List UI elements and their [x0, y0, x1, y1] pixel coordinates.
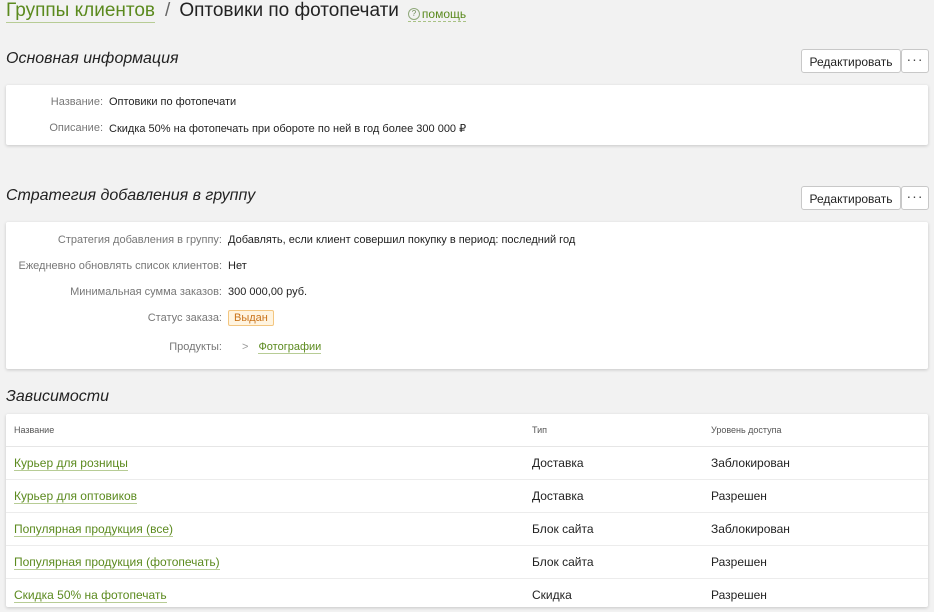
dependency-access: Разрешен [711, 545, 928, 579]
breadcrumb-separator: / [165, 0, 171, 21]
field-value: Добавлять, если клиент совершил покупку … [228, 234, 576, 246]
dependency-access: Заблокирован [711, 512, 928, 546]
dependency-link[interactable]: Курьер для оптовиков [14, 489, 138, 504]
help-link[interactable]: ? помощь [407, 7, 467, 22]
table-row: Скидка 50% на фотопечать Скидка Разрешен [6, 579, 928, 612]
field-label: Статус заказа: [147, 312, 222, 324]
section-title-dependencies: Зависимости [6, 388, 109, 405]
column-header-name[interactable]: Название [6, 414, 532, 447]
field-label: Ежедневно обновлять список клиентов: [18, 260, 222, 272]
dependency-type: Скидка [532, 588, 572, 602]
edit-strategy-button[interactable]: Редактировать [801, 186, 901, 210]
dependency-type: Доставка [532, 479, 711, 513]
product-link[interactable]: Фотографии [258, 341, 322, 354]
table-header-row: Название Тип Уровень доступа [6, 414, 928, 447]
status-badge: Выдан [228, 310, 274, 326]
basic-info-card: Название: Оптовики по фотопечати Описани… [6, 85, 928, 145]
dependency-link[interactable]: Скидка 50% на фотопечать [14, 588, 167, 603]
section-title-basic-info: Основная информация [6, 50, 179, 67]
table-row: Курьер для оптовиков Доставка Разрешен [6, 479, 928, 513]
table-row: Популярная продукция (фотопечать) Блок с… [6, 545, 928, 579]
dependency-link[interactable]: Популярная продукция (фотопечать) [14, 555, 220, 570]
field-value: Нет [228, 260, 247, 272]
help-label: помощь [421, 7, 467, 21]
edit-basic-info-button[interactable]: Редактировать [801, 49, 901, 73]
question-circle-icon: ? [407, 8, 420, 20]
column-header-access[interactable]: Уровень доступа [711, 414, 928, 447]
more-options-button[interactable]: ··· [901, 186, 929, 210]
dependency-link[interactable]: Популярная продукция (все) [14, 522, 173, 537]
dependencies-table-card: Название Тип Уровень доступа Курьер для … [6, 414, 928, 607]
field-label: Продукты: [169, 341, 222, 353]
field-value: Скидка 50% на фотопечать при обороте по … [109, 123, 467, 135]
chevron-right-icon[interactable]: > [242, 341, 248, 353]
more-options-button[interactable]: ··· [901, 49, 929, 73]
dependency-link[interactable]: Курьер для розницы [14, 456, 128, 471]
field-label: Описание: [49, 122, 103, 134]
column-header-type[interactable]: Тип [532, 414, 711, 447]
page-header: Группы клиентов / Оптовики по фотопечати… [6, 0, 467, 26]
field-label: Название: [50, 96, 103, 108]
dependency-type: Блок сайта [532, 545, 711, 579]
breadcrumb-link[interactable]: Группы клиентов [6, 0, 156, 23]
field-value: Оптовики по фотопечати [109, 96, 237, 108]
dependency-access: Разрешен [711, 479, 928, 513]
field-label: Минимальная сумма заказов: [70, 286, 222, 298]
dependency-access: Заблокирован [711, 446, 928, 480]
strategy-card: Стратегия добавления в группу: Добавлять… [6, 222, 928, 369]
table-row: Курьер для розницы Доставка Заблокирован [6, 446, 928, 480]
dependency-type: Блок сайта [532, 512, 711, 546]
section-title-strategy: Стратегия добавления в группу [6, 187, 256, 204]
dependency-type: Доставка [532, 446, 711, 480]
page-title: Оптовики по фотопечати [179, 0, 399, 21]
table-row: Популярная продукция (все) Блок сайта За… [6, 512, 928, 546]
dependencies-table: Название Тип Уровень доступа Курьер для … [6, 414, 928, 611]
field-label: Стратегия добавления в группу: [57, 234, 222, 246]
dependency-access: Разрешен [711, 588, 767, 602]
field-value: 300 000,00 руб. [228, 286, 308, 298]
